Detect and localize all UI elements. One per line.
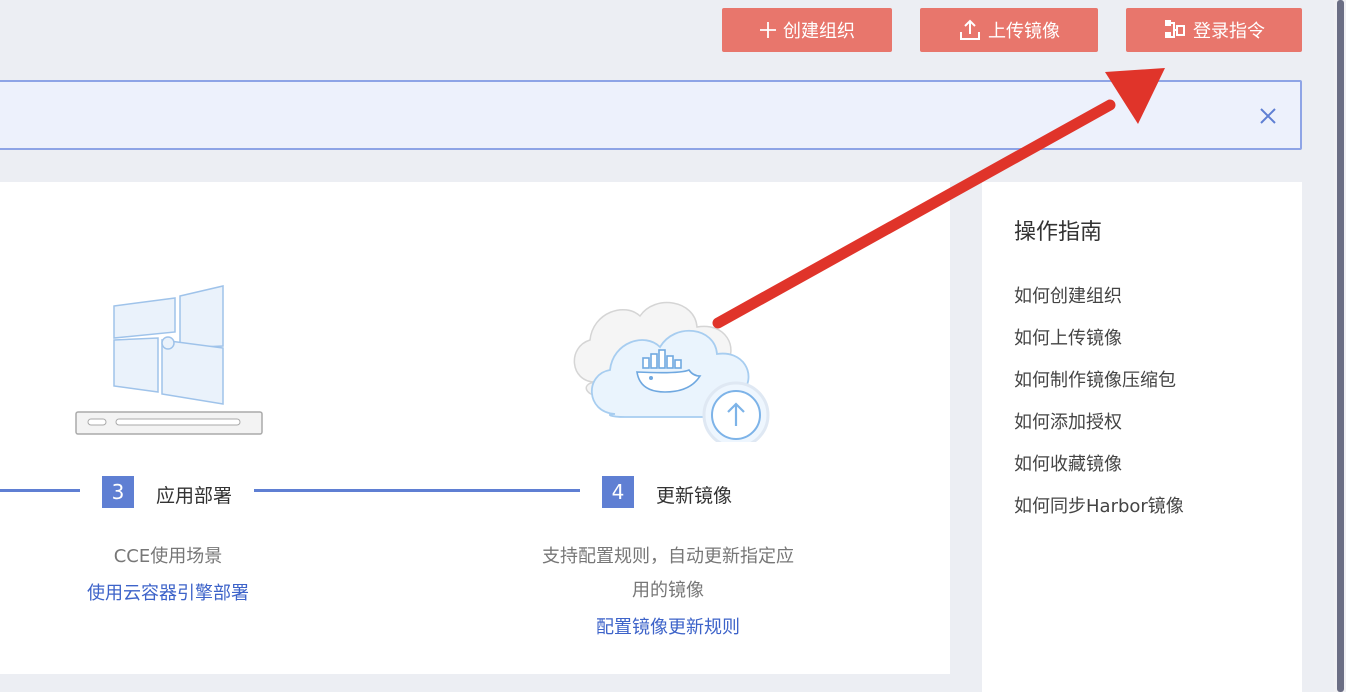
upload-image-button[interactable]: 上传镜像	[920, 8, 1098, 52]
create-org-button[interactable]: 创建组织	[722, 8, 892, 52]
update-image-illustration-icon	[573, 301, 770, 442]
step-4-description: 支持配置规则，自动更新指定应 用的镜像	[508, 540, 828, 608]
step-4-description-line-2: 用的镜像	[632, 580, 704, 601]
step-3-link[interactable]: 使用云容器引擎部署	[48, 579, 288, 605]
guide-item-add-authorization[interactable]: 如何添加授权	[1014, 412, 1184, 454]
step-4-number: 4	[602, 476, 634, 508]
step-4-link[interactable]: 配置镜像更新规则	[508, 613, 828, 639]
upload-icon	[958, 18, 982, 42]
guide-item-create-org[interactable]: 如何创建组织	[1014, 286, 1184, 328]
operation-guide-panel: 操作指南 如何创建组织 如何上传镜像 如何制作镜像压缩包 如何添加授权 如何收藏…	[982, 182, 1302, 692]
deploy-illustration-icon	[75, 285, 263, 435]
guide-item-upload-image[interactable]: 如何上传镜像	[1014, 328, 1184, 370]
guide-item-favorite-image[interactable]: 如何收藏镜像	[1014, 454, 1184, 496]
step-3-number: 3	[102, 476, 134, 508]
step-connector-line-1	[0, 489, 80, 492]
workflow-card: 3 应用部署 CCE使用场景 使用云容器引擎部署 4 更新镜像 支持配置规则，自…	[0, 182, 950, 674]
guide-title: 操作指南	[1014, 220, 1103, 245]
step-3-title: 应用部署	[156, 485, 233, 507]
plus-icon	[759, 21, 777, 39]
guide-item-sync-harbor-image[interactable]: 如何同步Harbor镜像	[1014, 496, 1184, 538]
notice-bar	[0, 80, 1302, 150]
step-connector-line-2	[254, 489, 580, 492]
create-org-label: 创建组织	[783, 21, 855, 42]
login-command-icon	[1163, 18, 1187, 42]
guide-item-make-image-archive[interactable]: 如何制作镜像压缩包	[1014, 370, 1184, 412]
close-icon[interactable]	[1258, 106, 1278, 126]
step-4-title: 更新镜像	[656, 485, 733, 507]
guide-list: 如何创建组织 如何上传镜像 如何制作镜像压缩包 如何添加授权 如何收藏镜像 如何…	[1014, 286, 1184, 538]
login-command-label: 登录指令	[1193, 21, 1265, 42]
page-scrollbar-thumb[interactable]	[1337, 0, 1344, 692]
login-command-button[interactable]: 登录指令	[1126, 8, 1302, 52]
step-4-description-line-1: 支持配置规则，自动更新指定应	[542, 546, 794, 567]
upload-image-label: 上传镜像	[988, 21, 1060, 42]
step-3-description: CCE使用场景	[113, 546, 223, 567]
